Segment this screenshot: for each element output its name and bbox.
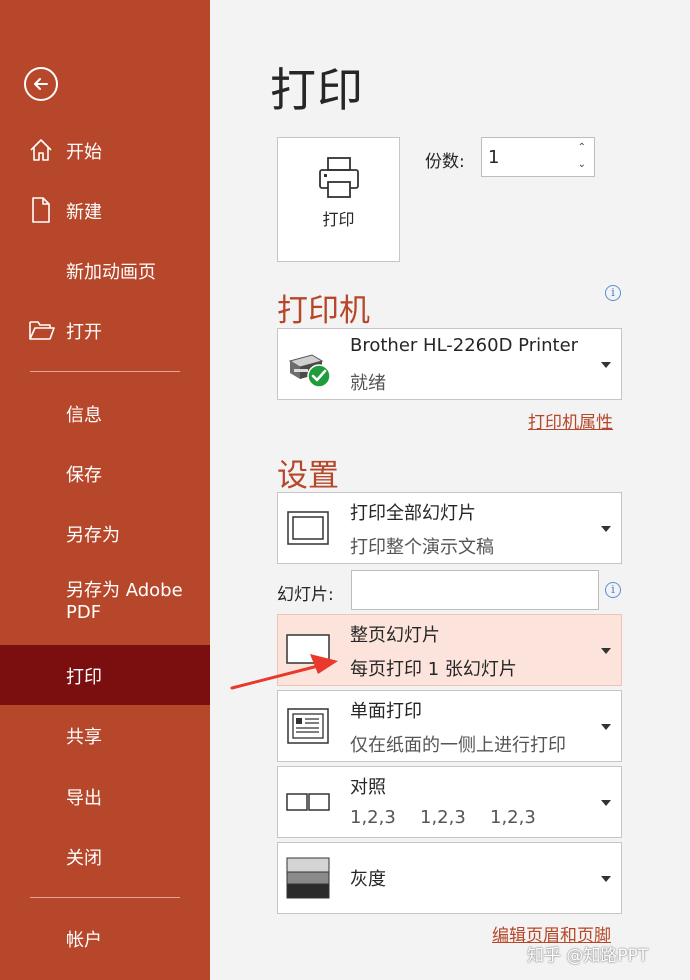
annotation-arrow <box>230 654 338 690</box>
watermark: 知乎 @知路PPT <box>527 946 649 966</box>
